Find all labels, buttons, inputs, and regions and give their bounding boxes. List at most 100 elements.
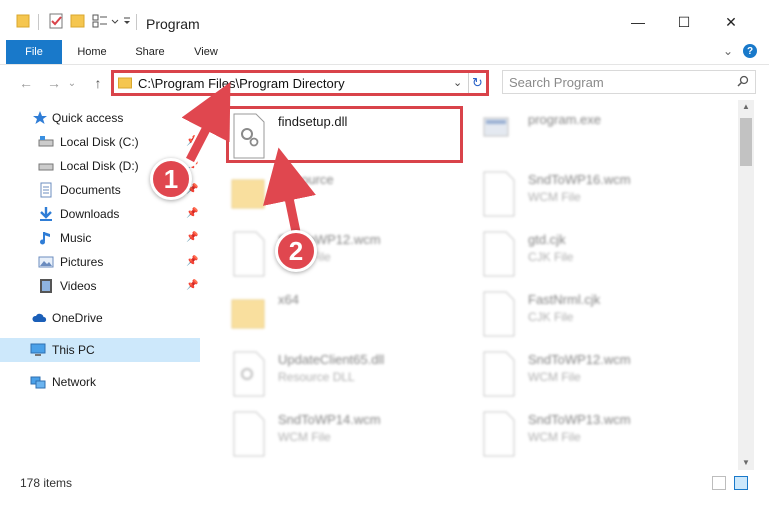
- callout-step-2: 2: [275, 230, 317, 272]
- separator: [38, 14, 39, 30]
- folder-item-resource[interactable]: Resource: [230, 168, 470, 224]
- up-button[interactable]: ↑: [88, 73, 108, 93]
- music-icon: [40, 232, 50, 245]
- file-item-gtd-cjk[interactable]: gtd.cjk CJK File: [480, 228, 720, 284]
- file-name: SndToWP12.wcm: [528, 352, 631, 367]
- drive-icon: [38, 163, 54, 171]
- tab-file[interactable]: File: [6, 40, 62, 64]
- generic-file-icon: [233, 411, 265, 457]
- sidebar-item-music[interactable]: Music 📌: [0, 226, 200, 250]
- large-icons-view-icon[interactable]: [734, 476, 748, 490]
- sidebar-item-label: OneDrive: [52, 311, 103, 325]
- title-bar: Program — ☐ ✕: [0, 0, 769, 40]
- sidebar-item-pictures[interactable]: Pictures 📌: [0, 250, 200, 274]
- customize-view-icon[interactable]: [92, 12, 108, 30]
- file-item-sndtowp13-wcm[interactable]: SndToWP13.wcm WCM File: [480, 408, 720, 464]
- file-type: Resource DLL: [278, 370, 355, 384]
- customize-toolbar-icon[interactable]: [122, 12, 132, 30]
- file-type: WCM File: [528, 430, 581, 444]
- address-path[interactable]: C:\Program Files\Program Directory: [138, 76, 345, 91]
- address-dropdown-icon[interactable]: ⌄: [453, 76, 462, 89]
- search-box[interactable]: Search Program: [502, 70, 756, 94]
- file-type: WCM File: [528, 370, 581, 384]
- pin-icon[interactable]: 📌: [186, 256, 198, 267]
- address-bar[interactable]: C:\Program Files\Program Directory ⌄ ↻: [111, 70, 489, 96]
- sidebar-item-label: This PC: [52, 343, 95, 357]
- sidebar-item-quick-access[interactable]: Quick access: [0, 106, 200, 130]
- ribbon-expand-icon[interactable]: ⌄: [723, 44, 733, 58]
- file-type: CJK File: [528, 310, 574, 324]
- pin-icon[interactable]: 📌: [186, 280, 198, 291]
- navigation-pane: Quick access Local Disk (C:) 📌 Local Dis…: [0, 100, 206, 470]
- search-icon[interactable]: [737, 75, 749, 87]
- search-input[interactable]: Search Program: [509, 75, 604, 90]
- scroll-up-icon[interactable]: ▲: [738, 100, 754, 114]
- maximize-button[interactable]: ☐: [664, 8, 704, 36]
- drive-icon: [38, 136, 54, 147]
- file-item-sndtowp12-wcm[interactable]: SndToWP12.wcm WCM File: [480, 348, 720, 404]
- generic-file-icon: [483, 231, 515, 277]
- sidebar-item-label: Local Disk (D:): [60, 159, 139, 173]
- status-bar: 178 items: [0, 470, 769, 508]
- sidebar-item-onedrive[interactable]: OneDrive: [0, 306, 200, 330]
- sidebar-item-label: Network: [52, 375, 97, 389]
- separator: [136, 14, 137, 30]
- file-item-program-exe[interactable]: program.exe: [480, 108, 720, 164]
- window-title: Program: [146, 16, 200, 32]
- sidebar-item-local-disk-c[interactable]: Local Disk (C:) 📌: [0, 130, 200, 154]
- pin-icon[interactable]: 📌: [186, 208, 198, 219]
- file-name: x64: [278, 292, 299, 307]
- file-name: gtd.cjk: [528, 232, 566, 247]
- minimize-button[interactable]: —: [618, 8, 658, 36]
- download-icon: [40, 207, 52, 221]
- item-count: 178 items: [20, 476, 73, 490]
- refresh-button[interactable]: ↻: [468, 73, 486, 93]
- new-folder-icon[interactable]: [70, 12, 86, 30]
- sidebar-item-network[interactable]: Network: [0, 370, 200, 394]
- file-name: UpdateClient65.dll: [278, 352, 385, 367]
- folder-item-x64[interactable]: x64: [230, 288, 470, 344]
- folder-icon: [231, 179, 265, 209]
- vertical-scrollbar[interactable]: ▲ ▼: [738, 100, 754, 470]
- folder-icon: [118, 77, 132, 89]
- sidebar-item-this-pc[interactable]: This PC: [0, 338, 200, 362]
- close-button[interactable]: ✕: [711, 8, 751, 36]
- folder-icon: [16, 14, 30, 28]
- file-type: WCM File: [528, 190, 581, 204]
- generic-file-icon: [483, 171, 515, 217]
- file-item-fastnrml-cjk[interactable]: FastNrml.cjk CJK File: [480, 288, 720, 344]
- pin-icon[interactable]: 📌: [186, 136, 198, 147]
- tab-home[interactable]: Home: [70, 40, 114, 64]
- star-icon: [33, 111, 47, 124]
- file-item-sndtowp16-wcm[interactable]: SndToWP16.wcm WCM File: [480, 168, 720, 224]
- scroll-down-icon[interactable]: ▼: [738, 456, 754, 470]
- tab-share[interactable]: Share: [128, 40, 172, 64]
- sidebar-item-videos[interactable]: Videos 📌: [0, 274, 200, 298]
- file-name: FastNrml.cjk: [528, 292, 601, 307]
- generic-file-icon: [483, 411, 515, 457]
- sidebar-item-label: Quick access: [52, 111, 124, 125]
- details-view-icon[interactable]: [712, 476, 726, 490]
- help-icon[interactable]: ?: [743, 44, 757, 58]
- ribbon-tabs: File Home Share View ⌄ ?: [0, 40, 769, 64]
- documents-icon: [40, 182, 52, 198]
- file-item-updateclient65-dll[interactable]: UpdateClient65.dll Resource DLL: [230, 348, 470, 404]
- generic-file-icon: [233, 231, 265, 277]
- file-item-sndtowp12-wcm[interactable]: SndToWP12.wcm WCM File: [230, 228, 470, 284]
- file-name: program.exe: [528, 112, 601, 127]
- recent-locations-button[interactable]: ⌄: [66, 73, 78, 93]
- back-button[interactable]: ←: [16, 73, 36, 93]
- file-name: SndToWP16.wcm: [528, 172, 631, 187]
- forward-button[interactable]: →: [44, 73, 64, 93]
- tab-view[interactable]: View: [184, 40, 228, 64]
- cloud-icon: [32, 313, 47, 322]
- callout-step-1: 1: [150, 158, 192, 200]
- scrollbar-thumb[interactable]: [740, 118, 752, 166]
- sidebar-item-label: Documents: [60, 183, 121, 197]
- file-item-sndtowp14-wcm[interactable]: SndToWP14.wcm WCM File: [230, 408, 470, 464]
- properties-icon[interactable]: [48, 12, 64, 30]
- dropdown-chevron-icon[interactable]: [110, 12, 120, 30]
- sidebar-item-downloads[interactable]: Downloads 📌: [0, 202, 200, 226]
- pin-icon[interactable]: 📌: [186, 232, 198, 243]
- network-icon: [30, 376, 46, 389]
